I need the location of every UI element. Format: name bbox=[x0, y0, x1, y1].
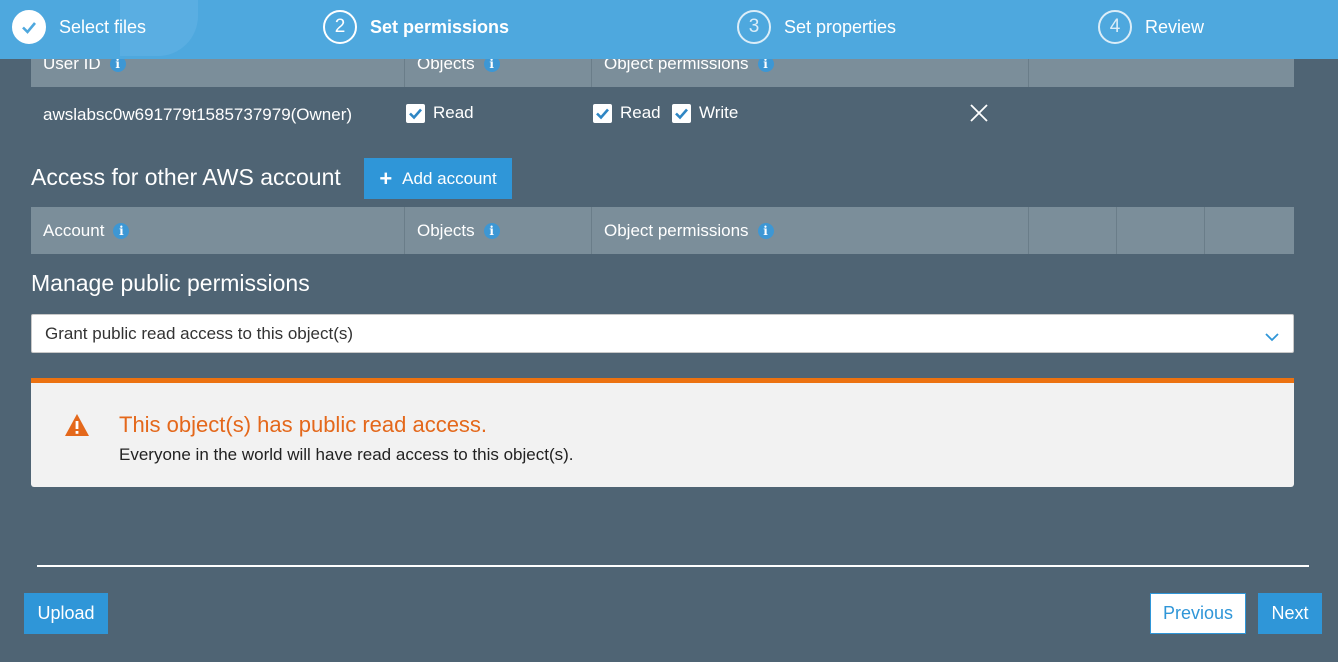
public-access-alert: This object(s) has public read access. E… bbox=[31, 378, 1294, 487]
column-object-permissions: Object permissions i bbox=[592, 207, 1029, 254]
add-account-label: Add account bbox=[402, 168, 497, 188]
accounts-table-header: Account i Objects i Object permissions i bbox=[31, 207, 1294, 254]
step-label: Set properties bbox=[784, 16, 897, 37]
checkbox-checked-icon[interactable] bbox=[593, 103, 612, 123]
previous-button[interactable]: Previous bbox=[1150, 593, 1246, 634]
step-review[interactable]: 4 Review bbox=[1098, 10, 1204, 44]
checkbox-label: Read bbox=[433, 103, 474, 122]
check-icon bbox=[12, 10, 46, 44]
column-objects: Objects i bbox=[405, 207, 592, 254]
upload-button[interactable]: Upload bbox=[24, 593, 108, 634]
checkbox-label: Write bbox=[699, 103, 739, 122]
step-label: Select files bbox=[59, 16, 147, 37]
step-set-properties[interactable]: 3 Set properties bbox=[737, 10, 896, 44]
step-number: 3 bbox=[737, 10, 771, 44]
column-empty bbox=[1029, 207, 1117, 254]
permissions-write-checkbox[interactable]: Write bbox=[672, 100, 738, 126]
section-title-public-permissions: Manage public permissions bbox=[31, 270, 310, 296]
info-icon[interactable]: i bbox=[757, 222, 774, 239]
column-empty bbox=[1117, 207, 1205, 254]
permissions-read-checkbox[interactable]: Read bbox=[593, 100, 661, 126]
section-title-other-accounts: Access for other AWS account bbox=[31, 164, 341, 190]
add-account-button[interactable]: + Add account bbox=[364, 158, 512, 199]
close-icon[interactable] bbox=[969, 103, 989, 123]
table-row: awslabsc0w691779t1585737979(Owner) Read … bbox=[31, 88, 1294, 138]
checkbox-label: Read bbox=[620, 103, 661, 122]
chevron-down-icon bbox=[1265, 327, 1279, 347]
public-permissions-select[interactable]: Grant public read access to this object(… bbox=[31, 314, 1294, 353]
checkbox-checked-icon[interactable] bbox=[406, 103, 425, 123]
column-label: Object permissions bbox=[604, 220, 749, 240]
info-icon[interactable]: i bbox=[113, 222, 130, 239]
step-number: 4 bbox=[1098, 10, 1132, 44]
step-select-files[interactable]: Select files bbox=[12, 10, 146, 44]
info-icon[interactable]: i bbox=[483, 222, 500, 239]
wizard-stepper: Select files 2 Set permissions 3 Set pro… bbox=[0, 0, 1338, 59]
column-account: Account i bbox=[31, 207, 405, 254]
checkbox-checked-icon[interactable] bbox=[672, 103, 691, 123]
column-label: Account bbox=[43, 220, 105, 240]
step-set-permissions[interactable]: 2 Set permissions bbox=[323, 10, 509, 44]
owner-user-id: awslabsc0w691779t1585737979(Owner) bbox=[43, 105, 353, 124]
step-label: Review bbox=[1145, 16, 1205, 37]
step-label: Set permissions bbox=[370, 16, 510, 37]
next-button[interactable]: Next bbox=[1258, 593, 1322, 634]
alert-body: Everyone in the world will have read acc… bbox=[119, 445, 574, 464]
objects-read-checkbox[interactable]: Read bbox=[406, 100, 474, 126]
divider bbox=[37, 565, 1309, 567]
warning-icon bbox=[64, 413, 90, 442]
plus-icon: + bbox=[379, 165, 393, 191]
column-empty bbox=[1205, 207, 1294, 254]
select-value: Grant public read access to this object(… bbox=[45, 323, 354, 343]
column-label: Objects bbox=[417, 220, 475, 240]
alert-title: This object(s) has public read access. bbox=[119, 412, 488, 437]
step-number: 2 bbox=[323, 10, 357, 44]
